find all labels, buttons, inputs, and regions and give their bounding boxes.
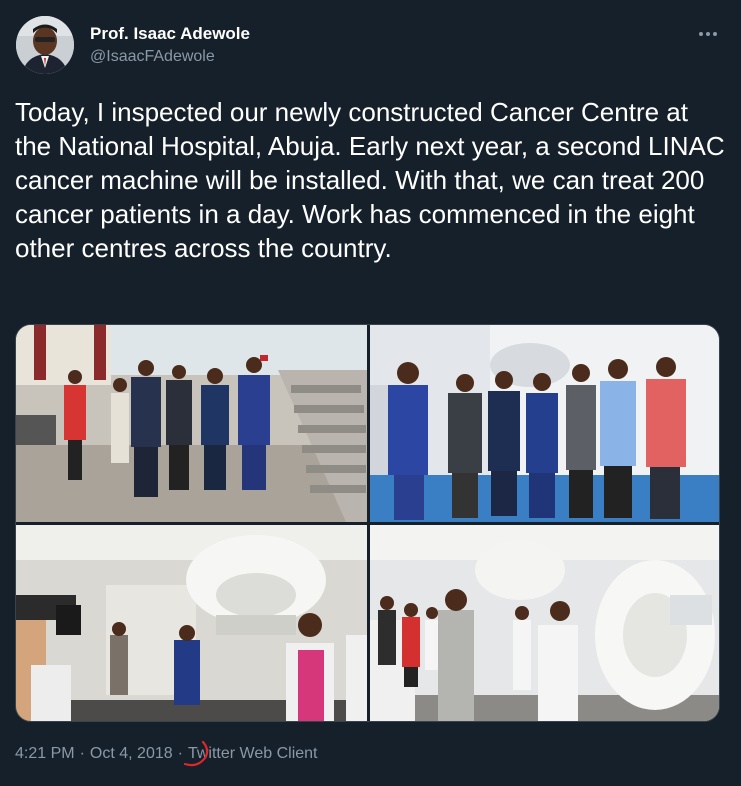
photo-group-linac-room[interactable] [370, 325, 719, 522]
tweet-time[interactable]: 4:21 PM [15, 745, 75, 762]
media-grid [15, 324, 720, 722]
photo-linac-machine-camera[interactable] [16, 525, 367, 721]
meta-separator: · [79, 745, 85, 762]
tweet-meta: 4:21 PM · Oct 4, 2018 · Twitter Web Client [15, 744, 318, 764]
author-handle[interactable]: @IsaacFAdewole [90, 46, 250, 68]
photo-linac-tour[interactable] [370, 525, 719, 721]
more-options-icon[interactable] [691, 22, 725, 46]
tweet-header: Prof. Isaac Adewole @IsaacFAdewole [16, 16, 725, 76]
author-names: Prof. Isaac Adewole @IsaacFAdewole [90, 24, 250, 68]
tweet-client-link[interactable]: Twitter Web Client [188, 745, 318, 762]
photo-inspection-walk[interactable] [16, 325, 367, 522]
author-display-name[interactable]: Prof. Isaac Adewole [90, 24, 250, 44]
avatar[interactable] [16, 16, 74, 74]
tweet-date[interactable]: Oct 4, 2018 [90, 745, 173, 762]
tweet-text: Today, I inspected our newly constructed… [15, 97, 725, 263]
meta-separator: · [177, 745, 183, 762]
